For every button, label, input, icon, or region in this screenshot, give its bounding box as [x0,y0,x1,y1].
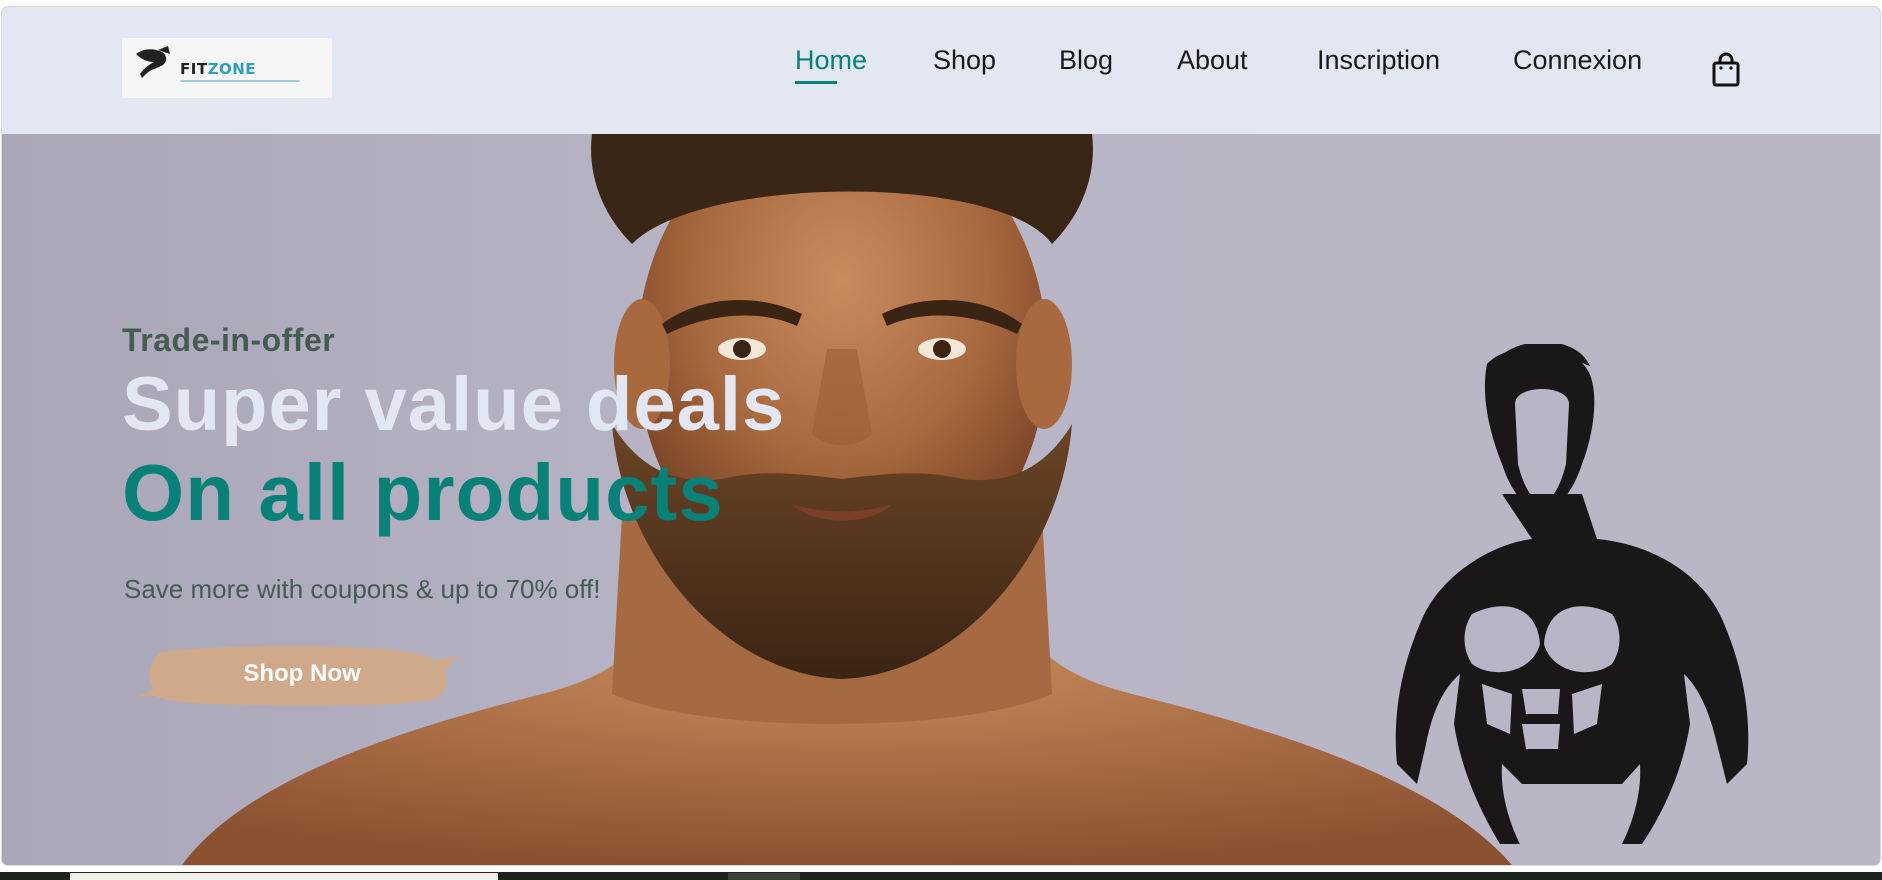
nav-blog-label: Blog [1059,45,1114,75]
nav-connexion-label: Connexion [1513,45,1643,75]
hero-highlight: On all products [122,448,724,537]
nav-blog[interactable]: Blog [1059,45,1113,76]
page-frame: FITZONE Home Shop Blog About Inscription [2,7,1880,865]
nav-about[interactable]: About [1177,45,1248,76]
nav-inscription-label: Inscription [1317,45,1441,75]
shop-now-button[interactable]: Shop Now [132,634,472,714]
main-nav: Home Shop Blog About Inscription Connexi… [2,45,1880,85]
nav-active-underline [795,81,837,84]
hero-banner: Trade-in-offer Super value deals On all … [2,134,1880,865]
nav-home-label: Home [795,45,868,75]
next-section-peek-mid [728,873,800,880]
hero-eyebrow: Trade-in-offer [122,322,336,358]
shop-now-label: Shop Now [243,660,361,687]
hero-subtext: Save more with coupons & up to 70% off! [124,574,601,604]
shopping-bag-icon[interactable] [1710,52,1742,88]
next-section-peek-light [70,873,498,880]
nav-about-label: About [1177,45,1248,75]
nav-inscription[interactable]: Inscription [1317,45,1440,76]
muscleman-silhouette-icon [1395,344,1749,844]
site-header: FITZONE Home Shop Blog About Inscription [2,7,1880,134]
nav-connexion[interactable]: Connexion [1513,45,1642,76]
hero-headline: Super value deals [122,362,786,447]
nav-shop-label: Shop [933,45,997,75]
nav-home[interactable]: Home [795,45,868,84]
nav-shop[interactable]: Shop [933,45,996,76]
